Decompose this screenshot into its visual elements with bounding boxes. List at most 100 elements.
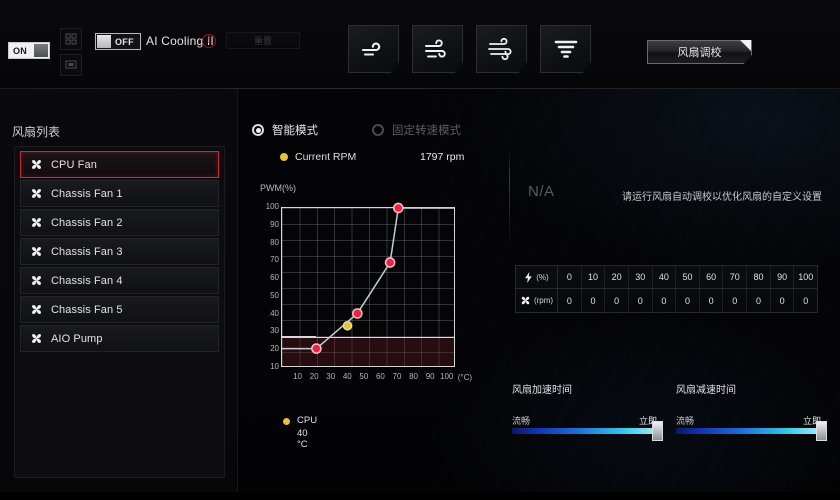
fan-tuning-corner-marker — [740, 40, 751, 51]
fan-list-item-label: Chassis Fan 3 — [51, 245, 123, 258]
table-cell-pwm: 50 — [676, 266, 700, 288]
table-cell-pwm: 80 — [747, 266, 771, 288]
fan-ramp-down-min-label: 流畅 — [676, 416, 695, 426]
current-rpm-value: 1797 rpm — [420, 151, 465, 163]
table-cell-pwm: 100 — [798, 272, 814, 282]
chart-plot-area[interactable] — [281, 202, 455, 367]
table-cell-rpm: 0 — [723, 289, 748, 312]
preset-silent-button[interactable] — [412, 25, 463, 73]
reset-button-label: 重置 — [253, 36, 272, 46]
preset-turbo-button[interactable] — [476, 25, 527, 73]
fan-list-item-label: Chassis Fan 1 — [51, 187, 123, 200]
chart-x-tick: 10 — [293, 372, 303, 381]
monitor-button[interactable] — [60, 54, 82, 76]
fan-icon — [32, 247, 41, 256]
tuning-hint-text: 请运行风扇自动调校以优化风扇的自定义设置 — [622, 192, 822, 203]
chart-y-axis-label: PWM(%) — [260, 183, 296, 193]
chart-y-tick: 20 — [270, 344, 279, 354]
table-row-pwm: (%) 0 10 20 30 40 50 60 70 80 90 100 — [516, 266, 817, 289]
fan-list-item-chassis-fan-5[interactable]: Chassis Fan 5 — [20, 296, 219, 323]
table-cell-rpm: 0 — [653, 289, 677, 312]
table-cell-rpm: 0 — [700, 289, 724, 312]
preset-full-speed-button[interactable] — [540, 25, 591, 73]
display-icon — [65, 60, 77, 69]
fan-ramp-down-slider-handle[interactable] — [816, 421, 827, 441]
mode-fixed-radio[interactable]: 固定转速模式 — [372, 122, 461, 138]
chart-x-tick: 90 — [425, 372, 435, 381]
table-head-pwm: (%) — [516, 266, 558, 288]
tuning-result-na: N/A — [528, 183, 555, 200]
chart-y-tick: 80 — [270, 237, 279, 247]
table-head-pwm-unit: (%) — [536, 272, 549, 282]
chart-current-point — [342, 320, 353, 331]
ai-cooling-toggle-label: OFF — [115, 36, 134, 47]
fan-list-item-chassis-fan-4[interactable]: Chassis Fan 4 — [20, 267, 219, 294]
table-row-rpm: (rpm) 00000000000 — [516, 289, 817, 312]
chart-y-tick: 50 — [270, 290, 279, 300]
wind-medium-icon — [424, 39, 446, 58]
fan-list-item-aio-pump[interactable]: AIO Pump — [20, 325, 219, 352]
chart-y-tick: 90 — [270, 219, 279, 229]
fan-icon — [32, 160, 41, 169]
table-cell-pwm: 90 — [771, 266, 795, 288]
fan-ramp-up-slider-handle[interactable] — [652, 421, 663, 441]
chart-x-axis-label: (°C) — [457, 373, 473, 382]
chart-x-tick: 70 — [392, 372, 402, 381]
table-head-rpm: (rpm) — [516, 289, 558, 312]
preset-standard-button[interactable] — [348, 25, 399, 73]
layout-grid-button[interactable] — [60, 28, 82, 50]
fan-preset-row — [348, 25, 591, 73]
fan-tuning-button[interactable]: 风扇调校 — [647, 40, 752, 64]
fan-list-item-cpu-fan[interactable]: CPU Fan — [20, 151, 219, 178]
fan-list-title: 风扇列表 — [12, 125, 61, 139]
fan-list-item-label: Chassis Fan 4 — [51, 274, 123, 287]
table-cell-rpm: 0 — [747, 289, 771, 312]
power-toggle[interactable]: ON — [8, 42, 50, 59]
right-panel-divider — [509, 148, 510, 248]
table-cell-pwm: 30 — [629, 266, 653, 288]
chart-x-tick: 80 — [409, 372, 419, 381]
fan-icon — [32, 218, 41, 227]
table-cell-pwm: 0 — [558, 266, 582, 288]
reset-button[interactable]: 重置 — [226, 32, 300, 49]
chart-x-tick: 20 — [309, 372, 319, 381]
table-cell-pwm: 40 — [653, 266, 677, 288]
power-toggle-label: ON — [13, 45, 28, 56]
fan-list-panel: 风扇列表 CPU Fan Chassis Fan 1 Chassis Fan 2… — [0, 89, 238, 500]
table-cell-pwm: 20 — [605, 266, 629, 288]
bolt-icon — [525, 271, 533, 283]
table-cell-rpm: 0 — [629, 289, 653, 312]
fan-list-item-chassis-fan-1[interactable]: Chassis Fan 1 — [20, 180, 219, 207]
chart-x-tick: 40 — [342, 372, 352, 381]
chart-control-point-4[interactable] — [392, 202, 404, 214]
fan-list-item-chassis-fan-2[interactable]: Chassis Fan 2 — [20, 209, 219, 236]
fan-ramp-up-slider[interactable] — [512, 421, 663, 441]
info-warning-icon[interactable]: ! — [202, 34, 216, 48]
fan-ramp-down-slider-group: 风扇减速时间 流畅 立即 — [676, 381, 827, 441]
fan-ramp-up-slider-group: 风扇加速时间 流畅 立即 — [512, 381, 663, 441]
fan-icon — [32, 305, 41, 314]
mode-fixed-label: 固定转速模式 — [392, 125, 461, 137]
current-rpm-label: Current RPM — [295, 151, 357, 163]
fan-icon — [32, 189, 41, 198]
chart-curve-line — [282, 207, 454, 350]
chart-control-point-2[interactable] — [352, 308, 363, 319]
fan-xpert-window: ON OFF AI Cooling II ! 重置 风扇调校 风扇列表 CPU … — [0, 0, 840, 500]
rpm-legend-dot-icon — [280, 153, 288, 161]
fan-icon — [32, 334, 41, 343]
fan-ramp-up-min-label: 流畅 — [512, 416, 531, 426]
table-cell-pwm: 10 — [582, 266, 606, 288]
cpu-legend-temp: 40 °C — [297, 428, 308, 450]
ai-cooling-toggle[interactable]: OFF — [95, 33, 141, 50]
chart-curve — [282, 202, 454, 354]
chart-control-point-3[interactable] — [384, 257, 396, 268]
fan-list-item-chassis-fan-3[interactable]: Chassis Fan 3 — [20, 238, 219, 265]
mode-smart-radio[interactable]: 智能模式 — [252, 122, 318, 138]
table-head-rpm-unit: (rpm) — [533, 296, 554, 305]
table-cell-pwm: 70 — [723, 266, 748, 288]
current-rpm-row: Current RPM 1797 rpm — [280, 151, 480, 163]
chart-y-tick: 30 — [270, 326, 279, 336]
cpu-legend-dot-icon — [283, 418, 290, 425]
fan-ramp-down-slider[interactable] — [676, 421, 827, 441]
chart-control-point-1[interactable] — [311, 343, 322, 354]
